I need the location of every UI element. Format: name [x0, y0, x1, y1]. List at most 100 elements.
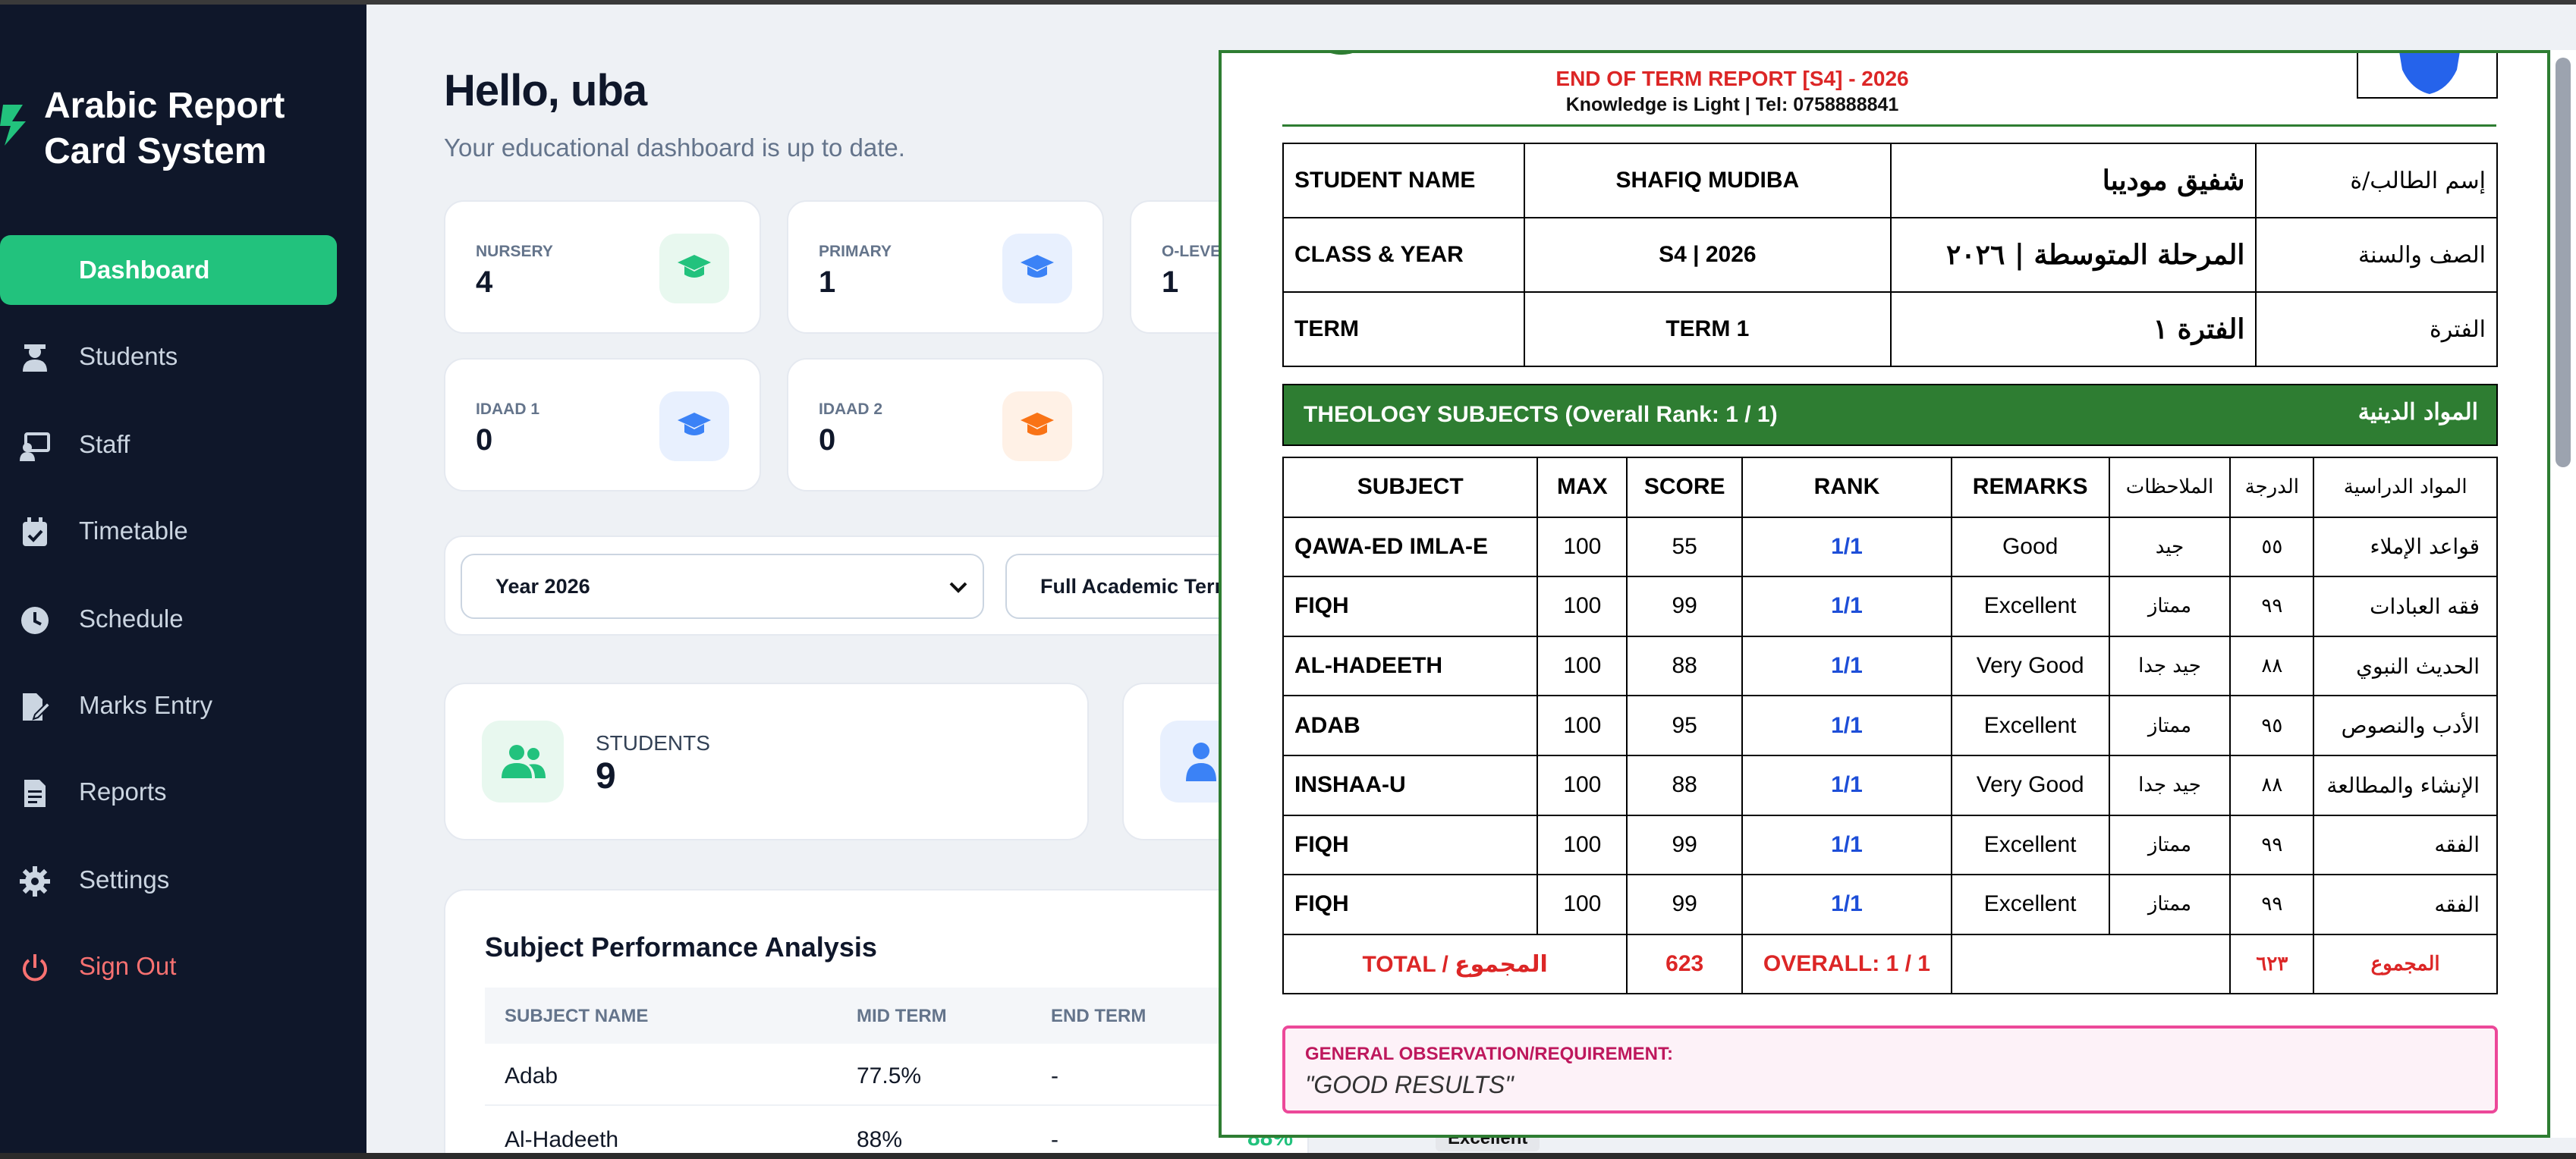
subject-ar-cell: فقه العبادات [2313, 576, 2498, 637]
table-row[interactable]: Al-Hadeeth 88% - [485, 1107, 1289, 1159]
info-row: STUDENT NAME SHAFIQ MUDIBA شفيق موديبا إ… [1282, 143, 2498, 218]
rank-cell: 1/1 [1741, 695, 1952, 756]
info-label: STUDENT NAME [1282, 143, 1525, 218]
year-select[interactable]: Year 2026 [461, 554, 984, 619]
stat-value: 0 [819, 423, 836, 457]
column-header: الملاحظات [2108, 457, 2232, 518]
graduation-cap-icon [659, 234, 729, 303]
table-row[interactable]: Adab 77.5% - [485, 1044, 1289, 1106]
marks-table: SUBJECT MAX SCORE RANK REMARKS الملاحظات… [1282, 457, 2498, 995]
graduation-cap-icon [1002, 234, 1072, 303]
column-header: RANK [1741, 457, 1952, 518]
max-cell: 100 [1536, 814, 1628, 876]
app-title-line1: Arabic Report [44, 86, 285, 126]
rank-cell: 1/1 [1741, 635, 1952, 697]
remarks-cell: Excellent [1950, 874, 2110, 935]
table-row: FIQH 100 99 1/1 Excellent ممتاز ٩٩ الفقه [1282, 814, 2498, 876]
graduation-cap-icon [1002, 391, 1072, 461]
remarks-ar-cell: جيد جدا [2108, 754, 2232, 816]
calendar-check-icon [23, 517, 47, 546]
remarks-ar-cell: ممتاز [2108, 695, 2232, 756]
table-row: ADAB 100 95 1/1 Excellent ممتاز ٩٥ الأدب… [1282, 695, 2498, 756]
report-scrollbar[interactable] [2551, 50, 2576, 1138]
max-cell: 100 [1536, 576, 1628, 637]
students-label: STUDENTS [596, 731, 710, 755]
rank-cell: 1/1 [1741, 516, 1952, 578]
remarks-ar-cell: ممتاز [2108, 576, 2232, 637]
section-header: THEOLOGY SUBJECTS (Overall Rank: 1 / 1) … [1282, 384, 2498, 446]
observation-box: GENERAL OBSERVATION/REQUIREMENT: "GOOD R… [1282, 1026, 2498, 1113]
sidebar-item-label: Schedule [79, 605, 184, 633]
sidebar-item-dashboard[interactable]: Dashboard [0, 235, 337, 305]
subject-ar-cell: الفقه [2313, 874, 2498, 935]
subject-ar-cell: قواعد الإملاء [2313, 516, 2498, 578]
remarks-cell: Excellent [1950, 695, 2110, 756]
column-header: SUBJECT [1282, 457, 1539, 518]
max-cell: 100 [1536, 635, 1628, 697]
remarks-cell: Excellent [1950, 576, 2110, 637]
sidebar-item-schedule[interactable]: Schedule [0, 584, 337, 654]
max-cell: 100 [1536, 695, 1628, 756]
score-cell: 95 [1626, 695, 1744, 756]
remarks-ar-cell: جيد [2108, 516, 2232, 578]
info-label-ar: الصف والسنة [2255, 217, 2498, 293]
max-cell: 100 [1536, 874, 1628, 935]
table-row: FIQH 100 99 1/1 Excellent ممتاز ٩٩ فقه ا… [1282, 576, 2498, 637]
end-term-value: - [1051, 1127, 1058, 1152]
rank-cell: 1/1 [1741, 576, 1952, 637]
sidebar-item-settings[interactable]: Settings [0, 845, 337, 915]
stat-card-primary[interactable]: PRIMARY 1 [787, 200, 1104, 334]
total-score-ar: ٦٢٣ [2229, 933, 2315, 995]
sidebar-item-label: Reports [79, 777, 167, 806]
subject-performance-card: Subject Performance Analysis SUBJECT NAM… [444, 889, 1309, 1159]
shield-icon [2357, 53, 2498, 99]
sidebar-item-timetable[interactable]: Timetable [0, 496, 337, 566]
stat-card-nursery[interactable]: NURSERY 4 [444, 200, 761, 334]
info-row: CLASS & YEAR S4 | 2026 المرحلة المتوسطة … [1282, 217, 2498, 293]
section-title-ar: المواد الدينية [2357, 399, 2478, 426]
sidebar-item-staff[interactable]: Staff [0, 410, 337, 479]
subject-cell: FIQH [1282, 874, 1539, 935]
subject-cell: INSHAA-U [1282, 754, 1539, 816]
stat-card-idaad-1[interactable]: IDAAD 1 0 [444, 358, 761, 492]
report-title: END OF TERM REPORT [S4] - 2026 [1555, 67, 1909, 90]
overall-rank: OVERALL: 1 / 1 [1741, 933, 1952, 995]
info-row: TERM TERM 1 الفترة ١ الفترة [1282, 291, 2498, 367]
sidebar-item-students[interactable]: Students [0, 322, 337, 391]
score-cell: 55 [1626, 516, 1744, 578]
subject-ar-cell: الحديث النبوي [2313, 635, 2498, 697]
score-ar-cell: ٨٨ [2229, 754, 2315, 816]
mid-term-value: 77.5% [857, 1063, 922, 1088]
year-select-value: Year 2026 [495, 575, 590, 598]
gear-icon [20, 866, 50, 897]
info-label: TERM [1282, 291, 1525, 367]
students-summary-card: STUDENTS 9 [444, 683, 1089, 840]
rank-cell: 1/1 [1741, 814, 1952, 876]
report-card-preview[interactable]: END OF TERM REPORT [S4] - 2026 Knowledge… [1219, 50, 2550, 1138]
stat-value: 4 [476, 265, 493, 299]
subject-name: Al-Hadeeth [505, 1127, 619, 1152]
score-ar-cell: ٩٩ [2229, 814, 2315, 876]
sidebar-item-marks-entry[interactable]: Marks Entry [0, 671, 337, 740]
divider [1282, 124, 2496, 127]
students-value: 9 [596, 756, 616, 796]
info-value-ar: الفترة ١ [1889, 291, 2257, 367]
subject-cell: FIQH [1282, 576, 1539, 637]
subject-cell: FIQH [1282, 814, 1539, 876]
bolt-icon [0, 105, 26, 146]
sidebar-item-label: Settings [79, 865, 170, 894]
filter-bar: Year 2026 Full Academic Term [444, 536, 1309, 636]
stat-value: 1 [819, 265, 836, 299]
scrollbar-thumb[interactable] [2556, 58, 2571, 467]
sidebar-item-sign-out[interactable]: Sign Out [0, 931, 337, 1001]
page-title: Hello, uba [444, 66, 647, 115]
sidebar-item-label: Students [79, 342, 178, 370]
performance-table-header: SUBJECT NAME MID TERM END TERM [485, 988, 1289, 1044]
document-icon [24, 780, 46, 807]
section-title: THEOLOGY SUBJECTS (Overall Rank: 1 / 1) [1304, 402, 1778, 427]
subject-cell: AL-HADEETH [1282, 635, 1539, 697]
sidebar-item-reports[interactable]: Reports [0, 757, 337, 827]
stat-card-idaad-2[interactable]: IDAAD 2 0 [787, 358, 1104, 492]
empty-cell [1950, 933, 2232, 995]
file-edit-icon [23, 693, 50, 721]
